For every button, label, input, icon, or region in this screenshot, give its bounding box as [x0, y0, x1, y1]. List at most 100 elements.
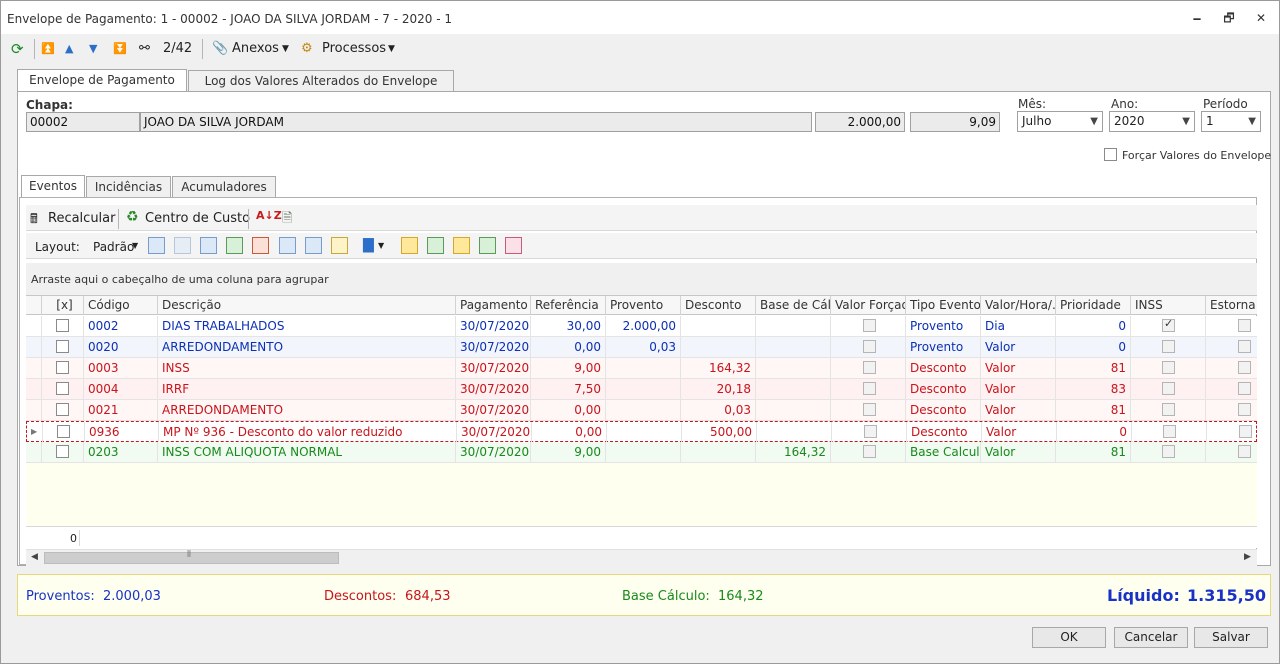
layout-select[interactable]: Padrão — [93, 240, 134, 254]
header-estorna-ir[interactable]: Estorna IR — [1206, 296, 1257, 315]
header-valor-forcado[interactable]: Valor Forçado — [831, 296, 906, 315]
header-base-calculo[interactable]: Base de Cál... — [756, 296, 831, 315]
header-provento[interactable]: Provento — [606, 296, 681, 315]
previous-record-icon[interactable]: ▲ — [65, 38, 73, 60]
tab-envelope[interactable]: Envelope de Pagamento — [17, 69, 187, 93]
inss-checkbox[interactable] — [1162, 403, 1175, 416]
mes-select[interactable]: Julho ▼ — [1017, 111, 1103, 132]
header-desconto[interactable]: Desconto — [681, 296, 756, 315]
valor-forcado-checkbox[interactable] — [864, 425, 877, 438]
summary-icon[interactable] — [305, 237, 322, 254]
footer-icon[interactable] — [427, 237, 444, 254]
cancel-button[interactable]: Cancelar — [1114, 627, 1188, 648]
highlight-icon[interactable] — [331, 237, 348, 254]
table-row[interactable]: 0020 ARREDONDAMENTO 30/07/2020 0,00 0,03 Prov… — [26, 337, 1257, 358]
sort-az-icon[interactable]: A↓Z — [256, 209, 282, 222]
row-select-checkbox[interactable] — [56, 319, 69, 332]
column-header-icon[interactable] — [453, 237, 470, 254]
chevron-down-icon[interactable]: ▼ — [378, 241, 384, 250]
salary-field[interactable]: 2.000,00 — [815, 112, 905, 132]
valor-forcado-checkbox[interactable] — [863, 340, 876, 353]
document-icon[interactable]: 🗎 — [282, 209, 292, 231]
estorna-ir-checkbox[interactable] — [1238, 445, 1251, 458]
row-select-checkbox[interactable] — [56, 382, 69, 395]
chapa-field[interactable]: 00002 — [26, 112, 140, 132]
table-row[interactable]: 0021 ARREDONDAMENTO 30/07/2020 0,00 0,03 Desc… — [26, 400, 1257, 421]
font-icon[interactable] — [505, 237, 522, 254]
attachments-button[interactable]: Anexos — [232, 38, 279, 60]
import-icon[interactable] — [252, 237, 269, 254]
restore-button[interactable]: 🗗 — [1215, 7, 1243, 29]
estorna-ir-checkbox[interactable] — [1238, 382, 1251, 395]
grid-layout-icon[interactable] — [200, 237, 217, 254]
ano-select[interactable]: 2020 ▼ — [1109, 111, 1195, 132]
header-descricao[interactable]: Descrição — [158, 296, 456, 315]
horizontal-scrollbar[interactable]: ◀ ⦀ ▶ — [26, 549, 1257, 566]
inss-checkbox[interactable] — [1162, 361, 1175, 374]
estorna-ir-checkbox[interactable] — [1238, 340, 1251, 353]
processes-dropdown-icon[interactable]: ▼ — [388, 38, 395, 60]
save-button[interactable]: Salvar — [1194, 627, 1268, 648]
valor-forcado-checkbox[interactable] — [863, 382, 876, 395]
scroll-right-icon[interactable]: ▶ — [1244, 552, 1251, 562]
estorna-ir-checkbox[interactable] — [1238, 361, 1251, 374]
header-select[interactable]: [x] — [42, 296, 84, 315]
centro-custo-button[interactable]: Centro de Custo — [145, 211, 250, 226]
tab-acumuladores[interactable]: Acumuladores — [172, 176, 276, 198]
estorna-ir-checkbox[interactable] — [1238, 403, 1251, 416]
minimize-button[interactable]: 🗕 — [1183, 7, 1211, 29]
header-prioridade[interactable]: Prioridade — [1056, 296, 1131, 315]
row-select-checkbox[interactable] — [56, 403, 69, 416]
scrollbar-thumb[interactable]: ⦀ — [44, 550, 339, 564]
chevron-down-icon[interactable]: ▼ — [132, 241, 138, 250]
header-codigo[interactable]: Código — [84, 296, 158, 315]
valor-forcado-checkbox[interactable] — [863, 319, 876, 332]
first-record-icon[interactable]: ⏫ — [41, 38, 55, 60]
periodo-select[interactable]: 1 ▼ — [1201, 111, 1261, 132]
header-pagamento[interactable]: Pagamento — [456, 296, 531, 315]
inss-checkbox[interactable] — [1162, 382, 1175, 395]
table-row[interactable]: 0002 DIAS TRABALHADOS 30/07/2020 30,00 2.000… — [26, 316, 1257, 337]
inss-checkbox[interactable] — [1162, 445, 1175, 458]
estorna-ir-checkbox[interactable] — [1238, 319, 1251, 332]
last-record-icon[interactable]: ⏬ — [113, 38, 127, 60]
table-row[interactable]: 0003 INSS 30/07/2020 9,00 164,32 Desconto Valo… — [26, 358, 1257, 379]
valor-forcado-checkbox[interactable] — [863, 445, 876, 458]
tab-eventos[interactable]: Eventos — [21, 175, 85, 199]
table-row[interactable]: 0004 IRRF 30/07/2020 7,50 20,18 Desconto Valor… — [26, 379, 1257, 400]
inss-checkbox[interactable]: ✓ — [1162, 317, 1175, 332]
header-inss[interactable]: INSS — [1131, 296, 1206, 315]
employee-name-field[interactable]: JOAO DA SILVA JORDAM — [140, 112, 812, 132]
attachments-dropdown-icon[interactable]: ▼ — [282, 38, 289, 60]
force-values-checkbox[interactable] — [1104, 148, 1117, 161]
hour-value-field[interactable]: 9,09 — [910, 112, 1000, 132]
table-row[interactable]: ▶ 0936 MP Nº 936 - Desconto do valor reduz… — [26, 421, 1257, 442]
grid-lines-icon[interactable] — [479, 237, 496, 254]
tab-incidencias[interactable]: Incidências — [86, 176, 171, 198]
header-tipo-evento[interactable]: Tipo Evento — [906, 296, 981, 315]
tab-log[interactable]: Log dos Valores Alterados do Envelope — [188, 70, 454, 92]
row-select-checkbox[interactable] — [56, 361, 69, 374]
scroll-left-icon[interactable]: ◀ — [31, 552, 38, 562]
table-row[interactable]: 0203 INSS COM ALIQUOTA NORMAL 30/07/2020 9,… — [26, 442, 1257, 463]
estorna-ir-checkbox[interactable] — [1239, 425, 1252, 438]
save-layout-icon[interactable] — [148, 237, 165, 254]
valor-forcado-checkbox[interactable] — [863, 403, 876, 416]
recalcular-button[interactable]: Recalcular — [48, 211, 115, 226]
inss-checkbox[interactable] — [1162, 340, 1175, 353]
header-valor-hora[interactable]: Valor/Hora/... — [981, 296, 1056, 315]
ok-button[interactable]: OK — [1032, 627, 1106, 648]
binoculars-icon[interactable]: ⚯ — [139, 38, 150, 60]
inss-checkbox[interactable] — [1163, 425, 1176, 438]
next-record-icon[interactable]: ▼ — [89, 38, 97, 60]
export-icon[interactable] — [226, 237, 243, 254]
refresh-icon[interactable]: ⟳ — [11, 38, 24, 60]
chart-icon[interactable]: ▇ — [363, 237, 374, 253]
row-select-checkbox[interactable] — [56, 445, 69, 458]
valor-forcado-checkbox[interactable] — [863, 361, 876, 374]
processes-button[interactable]: Processos — [322, 38, 386, 60]
row-select-checkbox[interactable] — [56, 340, 69, 353]
close-button[interactable]: ✕ — [1247, 7, 1275, 29]
filter-row-icon[interactable] — [279, 237, 296, 254]
group-panel-icon[interactable] — [401, 237, 418, 254]
